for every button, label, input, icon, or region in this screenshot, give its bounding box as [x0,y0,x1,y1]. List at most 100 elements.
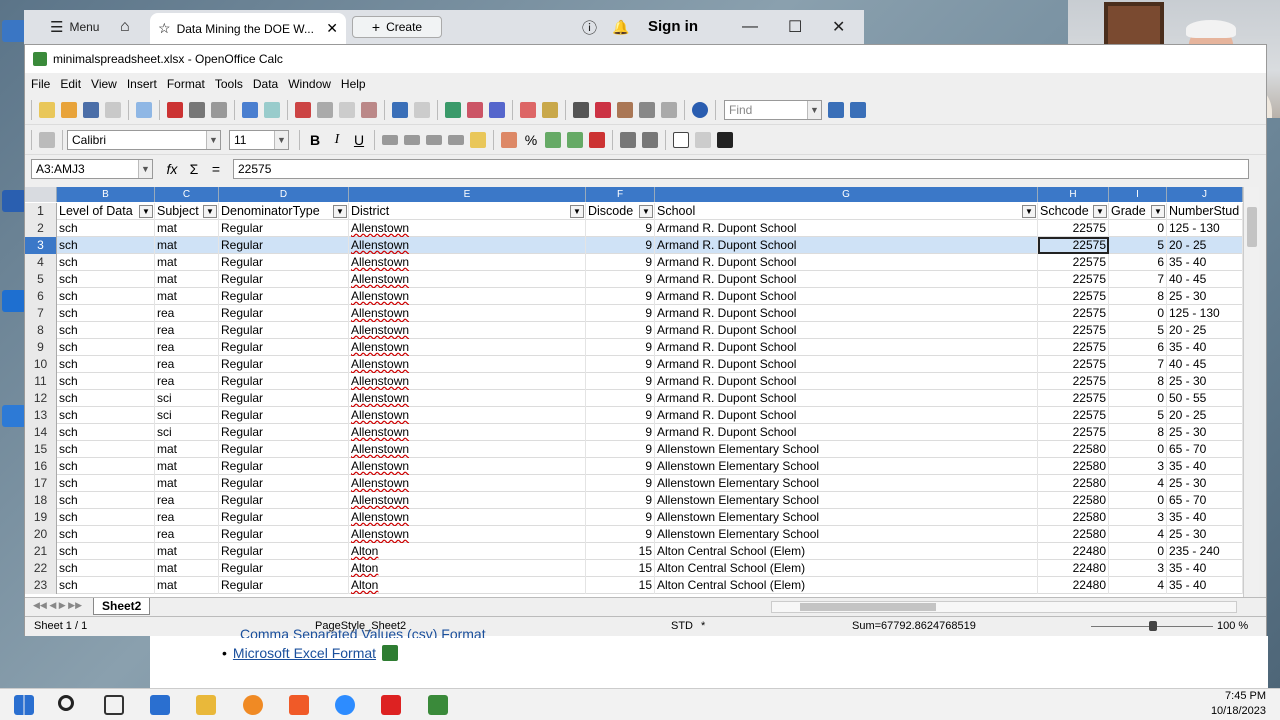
cell-e[interactable]: Alton [349,560,586,577]
cell-d[interactable]: Regular [219,424,349,441]
styles-icon[interactable] [39,131,55,148]
row-header[interactable]: 18 [25,492,57,509]
cell-e[interactable]: Allenstown [349,390,586,407]
table-row[interactable]: 9 sch rea Regular Allenstown 9 Armand R. Dupon… [25,339,1243,356]
cell-i[interactable]: 8 [1109,424,1167,441]
row-header[interactable]: 23 [25,577,57,594]
cell-f[interactable]: 9 [586,271,655,288]
header-cell-numberstud[interactable]: NumberStud [1167,203,1243,220]
cell-c[interactable]: rea [155,526,219,543]
autofilter-icon[interactable]: ▼ [1022,205,1036,218]
menu-view[interactable]: View [86,77,122,91]
table-row[interactable]: 2 sch mat Regular Allenstown 9 Armand R. Dupon… [25,220,1243,237]
table-row[interactable]: 23 sch mat Regular Alton 15 Alton Central Scho… [25,577,1243,594]
cell-b[interactable]: sch [57,526,155,543]
cell-h[interactable]: 22575 [1038,254,1109,271]
cell-j[interactable]: 35 - 40 [1167,509,1243,526]
cell-f[interactable]: 9 [586,305,655,322]
cell-g[interactable]: Armand R. Dupont School [655,254,1038,271]
cell-b[interactable]: sch [57,271,155,288]
cell-f[interactable]: 9 [586,390,655,407]
sum-icon[interactable]: Σ [183,161,205,177]
cell-j[interactable]: 35 - 40 [1167,560,1243,577]
cell-j[interactable]: 50 - 55 [1167,390,1243,407]
cell-h[interactable]: 22575 [1038,407,1109,424]
row-header[interactable]: 8 [25,322,57,339]
file-explorer-icon[interactable] [196,695,216,715]
table-row[interactable]: 6 sch mat Regular Allenstown 9 Armand R. Dupon… [25,288,1243,305]
gallery-icon[interactable] [617,101,633,118]
menu-help[interactable]: Help [336,77,371,91]
navigator-icon[interactable] [595,101,611,118]
edit-file-icon[interactable] [136,101,152,118]
task-view-icon[interactable] [104,695,124,715]
cell-h[interactable]: 22575 [1038,220,1109,237]
cell-j[interactable]: 65 - 70 [1167,492,1243,509]
col-header-f[interactable]: F [586,187,655,202]
cell-d[interactable]: Regular [219,339,349,356]
format-paintbrush-icon[interactable] [361,101,377,118]
decrease-indent-icon[interactable] [620,131,636,148]
cell-d[interactable]: Regular [219,526,349,543]
cell-e[interactable]: Allenstown [349,305,586,322]
cell-b[interactable]: sch [57,356,155,373]
cell-g[interactable]: Armand R. Dupont School [655,407,1038,424]
row-header[interactable]: 19 [25,509,57,526]
cell-c[interactable]: rea [155,356,219,373]
hscroll-thumb[interactable] [800,603,936,611]
bold-button[interactable]: B [304,132,326,148]
cell-g[interactable]: Allenstown Elementary School [655,509,1038,526]
cell-j[interactable]: 20 - 25 [1167,322,1243,339]
cell-h[interactable]: 22575 [1038,305,1109,322]
cell-h[interactable]: 22575 [1038,390,1109,407]
col-header-j[interactable]: J [1167,187,1243,202]
find-next-icon[interactable] [828,101,844,118]
cell-j[interactable]: 25 - 30 [1167,424,1243,441]
cell-i[interactable]: 8 [1109,373,1167,390]
cell-c[interactable]: mat [155,543,219,560]
cell-e[interactable]: Allenstown [349,356,586,373]
cell-j[interactable]: 35 - 40 [1167,577,1243,594]
vertical-scrollbar[interactable] [1243,187,1259,597]
table-row[interactable]: 10 sch rea Regular Allenstown 9 Armand R. Dupo… [25,356,1243,373]
background-color-icon[interactable] [695,131,711,148]
cell-h[interactable]: 22580 [1038,475,1109,492]
status-sum[interactable]: Sum=67792.8624768519 [852,620,976,632]
cell-i[interactable]: 0 [1109,492,1167,509]
cell-j[interactable]: 235 - 240 [1167,543,1243,560]
font-size-select[interactable]: 11 ▼ [229,129,289,150]
table-row[interactable]: 18 sch rea Regular Allenstown 9 Allenstown Ele… [25,492,1243,509]
cell-g[interactable]: Allenstown Elementary School [655,526,1038,543]
borders-icon[interactable] [673,131,689,148]
zoom-icon[interactable] [661,101,677,118]
find-previous-icon[interactable] [850,101,866,118]
cell-b[interactable]: sch [57,407,155,424]
row-header[interactable]: 1 [25,203,57,220]
close-window-icon[interactable]: ✕ [832,15,845,39]
menu-insert[interactable]: Insert [122,77,162,91]
row-header[interactable]: 21 [25,543,57,560]
export-pdf-icon[interactable] [167,101,183,118]
brave-browser-icon[interactable] [289,695,309,715]
cell-h[interactable]: 22480 [1038,560,1109,577]
cell-b[interactable]: sch [57,492,155,509]
cell-c[interactable]: mat [155,458,219,475]
cell-b[interactable]: sch [57,560,155,577]
row-header[interactable]: 9 [25,339,57,356]
cell-i[interactable]: 0 [1109,543,1167,560]
cell-e[interactable]: Allenstown [349,271,586,288]
cell-e[interactable]: Allenstown [349,373,586,390]
autofilter-icon[interactable]: ▼ [333,205,347,218]
menu-tools[interactable]: Tools [210,77,248,91]
cell-i[interactable]: 0 [1109,390,1167,407]
cell-i[interactable]: 0 [1109,220,1167,237]
menu-data[interactable]: Data [248,77,283,91]
cell-c[interactable]: rea [155,373,219,390]
formula-input[interactable]: 22575 [233,159,1249,179]
col-header-d[interactable]: D [219,187,349,202]
star-icon[interactable]: ☆ [158,20,171,37]
cell-f[interactable]: 9 [586,492,655,509]
cell-h[interactable]: 22580 [1038,458,1109,475]
cell-d[interactable]: Regular [219,373,349,390]
cell-g[interactable]: Armand R. Dupont School [655,356,1038,373]
